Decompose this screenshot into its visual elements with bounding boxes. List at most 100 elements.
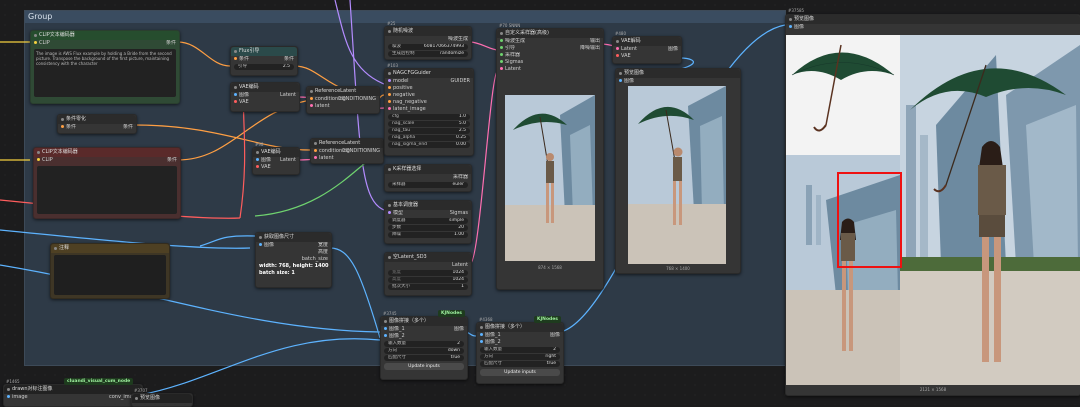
image-stitch-node-down[interactable]: #3745 KJNodes 图像拼接（多个） 图像_1 图像 图像_2 输入数量 2… [380,310,468,380]
input-dot-icon[interactable] [480,340,483,343]
get-image-size-node[interactable]: 获取图像尺寸 图像 宽度 高度 batch_size width: 768, he… [255,232,332,288]
denoise-widget[interactable]: 降噪 1.00 [388,232,468,238]
node-title[interactable]: 空Latent_SD3 [385,253,471,262]
reference-latent-node-2[interactable]: ReferenceLatent conditioning CONDITIONING… [310,138,384,164]
noise-seed-widget[interactable]: 噪波 60817066374993 [388,44,468,50]
input-dot-icon[interactable] [616,47,619,50]
empty-latent-sd3-node[interactable]: 空Latent_SD3 Latent 宽度 1024 高度 1024 批次大小 1 [384,252,472,296]
node-title[interactable]: 预览图像 [616,69,740,78]
input-dot-icon[interactable] [616,54,619,57]
clip-text-encode-negative-node[interactable]: CLIP文本编码器 CLIP 条件 [33,147,181,219]
input-dot-icon[interactable] [500,60,503,63]
node-title[interactable]: K采样器选择 [385,165,471,174]
input-dot-icon[interactable] [388,86,391,89]
inputcount-widget[interactable]: 输入数量 2 [480,347,560,353]
inputcount-widget[interactable]: 输入数量 2 [384,341,464,347]
node-title[interactable]: ReferenceLatent [311,139,383,148]
nag-tau-widget[interactable]: nag_tau 2.5 [388,128,470,134]
input-dot-icon[interactable] [384,334,387,337]
cfg-widget[interactable]: cfg 1.0 [388,114,470,120]
match-size-widget[interactable]: 匹配尺寸 true [480,361,560,367]
input-dot-icon[interactable] [384,327,387,330]
random-noise-node[interactable]: #25 随机噪波 噪波生成 噪波 60817066374993 生成后控制 rand… [384,21,472,60]
node-title[interactable]: CLIP文本编码器 [31,31,179,40]
match-size-widget[interactable]: 匹配尺寸 true [384,355,464,361]
sampler-name-widget[interactable]: 采样器 euler [388,182,468,188]
node-title[interactable]: CLIP文本编码器 [34,148,180,157]
vae-decode-node[interactable]: #480 VAE解码 Latent 图像 VAE [612,31,682,64]
node-title[interactable]: VAE解码 [613,37,681,46]
guidance-widget[interactable]: 引导 2.5 [234,64,294,70]
input-dot-icon[interactable] [37,158,40,161]
direction-widget[interactable]: 方向 down [384,348,464,354]
input-dot-icon[interactable] [388,100,391,103]
note-textarea[interactable] [54,255,166,295]
width-widget[interactable]: 宽度 1024 [388,270,468,276]
input-dot-icon[interactable] [310,104,313,107]
node-title[interactable]: 自定义采样器(高级) [497,29,603,38]
node-title[interactable]: drawn对标注图像 [4,385,142,394]
input-dot-icon[interactable] [388,211,391,214]
image-annotation-node[interactable]: #1465 cluandi_visual_cum_node drawn对标注图像… [3,378,143,407]
input-dot-icon[interactable] [7,395,10,398]
node-title[interactable]: 随机噪波 [385,27,471,36]
input-dot-icon[interactable] [388,93,391,96]
reference-latent-node-1[interactable]: ReferenceLatent conditioning CONDITIONING… [306,86,380,114]
nag-sigma-end-widget[interactable]: nag_sigma_end 0.00 [388,142,470,148]
input-dot-icon[interactable] [256,165,259,168]
ksampler-select-node[interactable]: K采样器选择 采样器 采样器 euler [384,164,472,192]
nag-cfg-guider-node[interactable]: #103 NAGCFGGuider model GUIDER positive n… [384,63,474,156]
input-dot-icon[interactable] [500,39,503,42]
clip-text-encode-positive-node[interactable]: CLIP文本编码器 CLIP 条件 The image is AWS Flux e… [30,30,180,104]
steps-widget[interactable]: 步数 20 [388,225,468,231]
group-title[interactable]: Group [25,11,785,23]
input-dot-icon[interactable] [310,97,313,100]
input-dot-icon[interactable] [314,156,317,159]
node-title[interactable]: 图像拼接（多个） [381,317,467,326]
node-title[interactable]: VAE编码 [231,83,299,92]
input-dot-icon[interactable] [256,158,259,161]
sampler-custom-advanced-node[interactable]: #70 SNNN 自定义采样器(高级) 噪波生成 输出 引导 降噪输出 采样器 Si… [496,23,604,290]
node-title[interactable]: 预览图像 [786,15,1080,24]
prompt-textarea[interactable]: The image is AWS Flux example by holding… [34,49,176,97]
input-dot-icon[interactable] [61,125,64,128]
update-inputs-button[interactable]: Update inputs [480,369,560,376]
node-title[interactable]: 获取图像尺寸 [256,233,331,242]
image-stitch-node-right[interactable]: #4368 KJNodes 图像拼接（多个） 图像_1 图像 图像_2 输入数量 2… [476,316,564,384]
nag-scale-widget[interactable]: nag_scale 5.0 [388,121,470,127]
batch-size-widget[interactable]: 批次大小 1 [388,284,468,290]
node-title[interactable]: ReferenceLatent [307,87,379,96]
node-title[interactable]: Flux引导 [231,47,297,56]
input-dot-icon[interactable] [234,93,237,96]
node-title[interactable]: VAE编码 [253,148,299,157]
control-after-generate-widget[interactable]: 生成后控制 randomize [388,51,468,57]
input-dot-icon[interactable] [234,100,237,103]
node-title[interactable]: 条件零化 [58,115,136,124]
preview-image-node-1[interactable]: 预览图像 图像 768 × 1400 [615,68,741,274]
input-dot-icon[interactable] [500,46,503,49]
update-inputs-button[interactable]: Update inputs [384,363,464,370]
height-widget[interactable]: 高度 1024 [388,277,468,283]
input-dot-icon[interactable] [619,79,622,82]
vae-encode-node[interactable]: VAE编码 图像 Latent VAE [230,82,300,112]
input-dot-icon[interactable] [388,79,391,82]
input-dot-icon[interactable] [259,243,262,246]
input-dot-icon[interactable] [34,41,37,44]
input-dot-icon[interactable] [789,25,792,28]
node-title[interactable]: 图像拼接（多个） [477,323,563,332]
input-dot-icon[interactable] [388,107,391,110]
note-node[interactable]: 注释 [50,243,170,299]
input-dot-icon[interactable] [500,53,503,56]
prompt-textarea[interactable] [37,166,177,214]
nag-alpha-widget[interactable]: nag_alpha 0.25 [388,135,470,141]
flux-guidance-node[interactable]: Flux引导 条件 条件 引导 2.5 [230,46,298,76]
input-dot-icon[interactable] [500,67,503,70]
conditioning-zero-node[interactable]: 条件零化 条件 条件 [57,114,137,134]
node-title[interactable]: 基本调度器 [385,201,471,210]
input-dot-icon[interactable] [234,57,237,60]
preview-image-node-2[interactable]: #37585 预览图像 图像 2121 × 1568 [785,8,1080,396]
direction-widget[interactable]: 方向 right [480,354,560,360]
node-title[interactable]: NAGCFGGuider [385,69,473,78]
node-title[interactable]: 注释 [51,244,169,253]
input-dot-icon[interactable] [314,149,317,152]
